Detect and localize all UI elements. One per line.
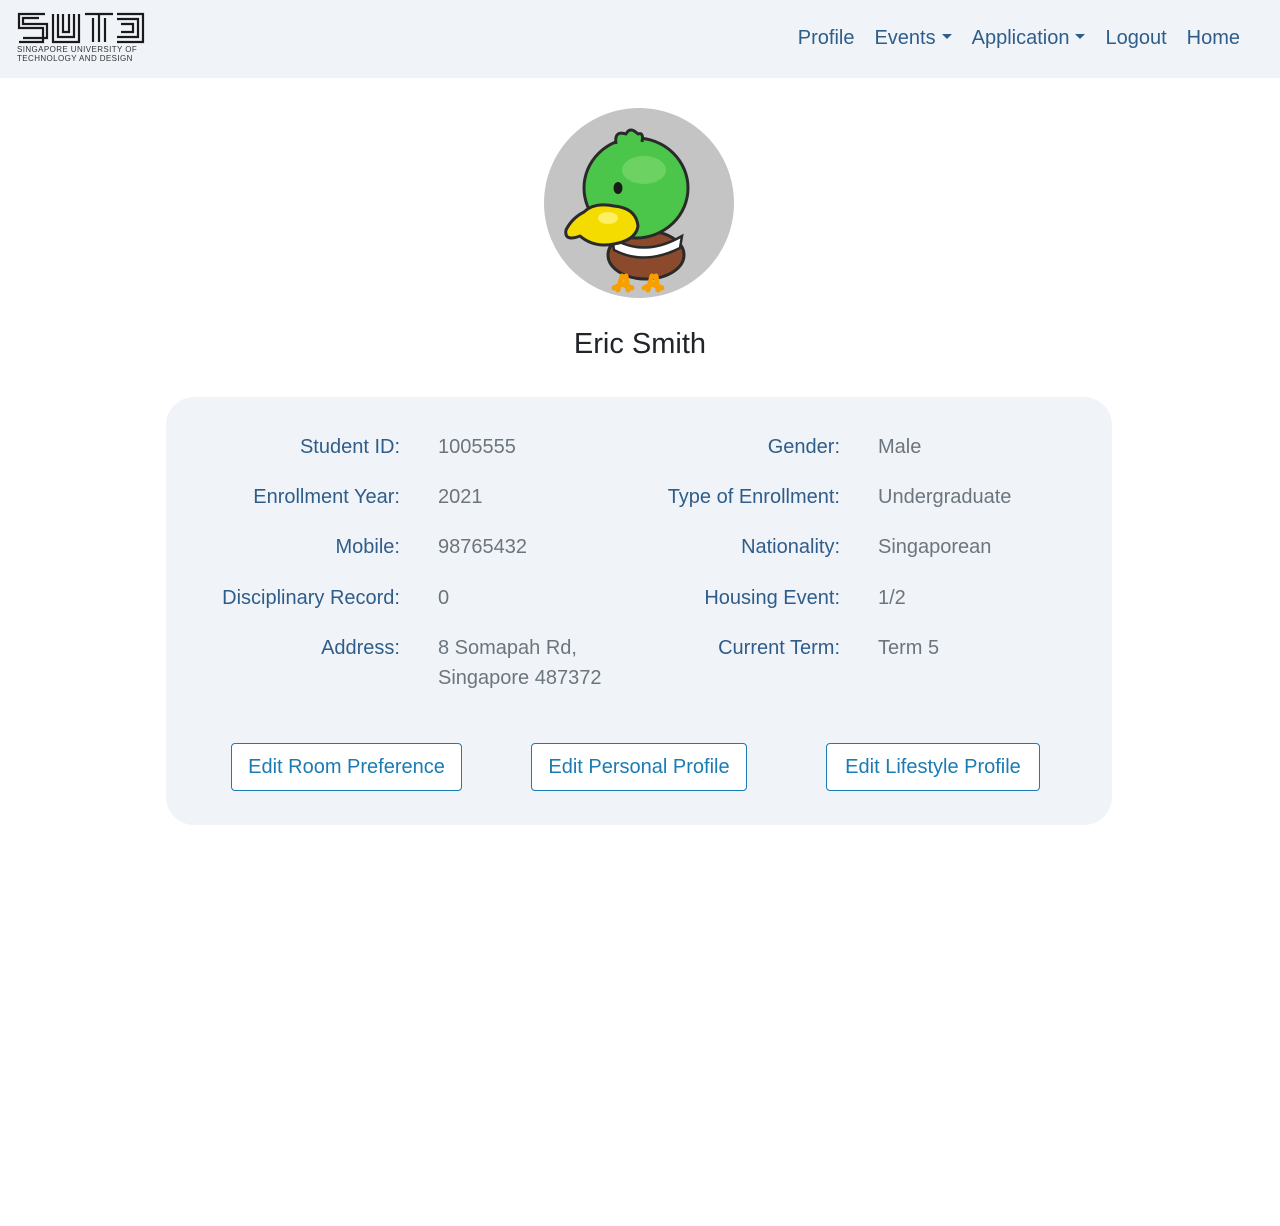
- housing-event-label: Housing Event:: [704, 587, 840, 609]
- caret-down-icon: [941, 33, 952, 39]
- housing-event-value: 1/2: [878, 587, 906, 609]
- logo-subtitle-line2: TECHNOLOGY AND DESIGN: [17, 54, 133, 63]
- nav-application-dropdown[interactable]: Application: [962, 24, 1096, 52]
- edit-lifestyle-profile-button[interactable]: Edit Lifestyle Profile: [826, 743, 1040, 791]
- current-term-value: Term 5: [878, 637, 940, 659]
- enrollment-year-value: 2021: [438, 486, 483, 508]
- edit-room-preference-button[interactable]: Edit Room Preference: [231, 743, 462, 791]
- gender-label: Gender:: [767, 436, 840, 458]
- nav-profile-label: Profile: [797, 27, 855, 49]
- address-value-line2: Singapore 487372: [438, 667, 602, 689]
- nav-logout[interactable]: Logout: [1095, 24, 1176, 52]
- details-row: Disciplinary Record: 0 Housing Event: 1/…: [166, 583, 1112, 613]
- details-row: Mobile: 98765432 Nationality: Singaporea…: [166, 532, 1112, 562]
- edit-personal-profile-button[interactable]: Edit Personal Profile: [531, 743, 747, 791]
- sutd-logo[interactable]: SINGAPORE UNIVERSITY OF TECHNOLOGY AND D…: [17, 12, 147, 66]
- details-row: Enrollment Year: 2021 Type of Enrollment…: [166, 482, 1112, 512]
- sutd-logo-subtitle: SINGAPORE UNIVERSITY OF TECHNOLOGY AND D…: [17, 45, 137, 63]
- student-id-label: Student ID:: [299, 436, 400, 458]
- mobile-value: 98765432: [438, 536, 527, 558]
- sutd-logo-mark: [17, 12, 145, 44]
- nav-events-label: Events: [874, 27, 936, 49]
- main-nav: Profile Events Application Logout Home: [788, 24, 1250, 52]
- enrollment-year-label: Enrollment Year:: [253, 486, 400, 508]
- nav-logout-label: Logout: [1105, 27, 1167, 49]
- nav-application-label: Application: [971, 27, 1070, 49]
- profile-name: Eric Smith: [573, 328, 707, 360]
- enrollment-type-label: Type of Enrollment:: [667, 486, 840, 508]
- logo-subtitle-line1: SINGAPORE UNIVERSITY OF: [17, 45, 138, 54]
- nav-home[interactable]: Home: [1177, 24, 1250, 52]
- mobile-label: Mobile:: [335, 536, 400, 558]
- nav-profile[interactable]: Profile: [788, 24, 865, 52]
- profile-details-card: Student ID: 1005555 Gender: Male Enrollm…: [166, 397, 1112, 825]
- duck-avatar-icon: [564, 128, 690, 293]
- gender-value: Male: [878, 436, 922, 458]
- student-id-value: 1005555: [438, 436, 516, 458]
- disciplinary-record-label: Disciplinary Record:: [222, 587, 400, 609]
- current-term-label: Current Term:: [718, 637, 840, 659]
- profile-avatar: [544, 108, 734, 298]
- caret-down-icon: [1075, 33, 1086, 39]
- nationality-label: Nationality:: [741, 536, 840, 558]
- enrollment-type-value: Undergraduate: [878, 486, 1012, 508]
- nationality-value: Singaporean: [878, 536, 992, 558]
- address-value-line1: 8 Somapah Rd,: [438, 637, 577, 659]
- address-label: Address:: [321, 637, 400, 659]
- nav-home-label: Home: [1186, 27, 1240, 49]
- disciplinary-record-value: 0: [438, 587, 450, 609]
- top-navbar: SINGAPORE UNIVERSITY OF TECHNOLOGY AND D…: [0, 0, 1280, 78]
- nav-events-dropdown[interactable]: Events: [864, 24, 961, 52]
- details-row: Address: 8 Somapah Rd, Singapore 487372 …: [166, 633, 1112, 695]
- details-row: Student ID: 1005555 Gender: Male: [166, 432, 1112, 462]
